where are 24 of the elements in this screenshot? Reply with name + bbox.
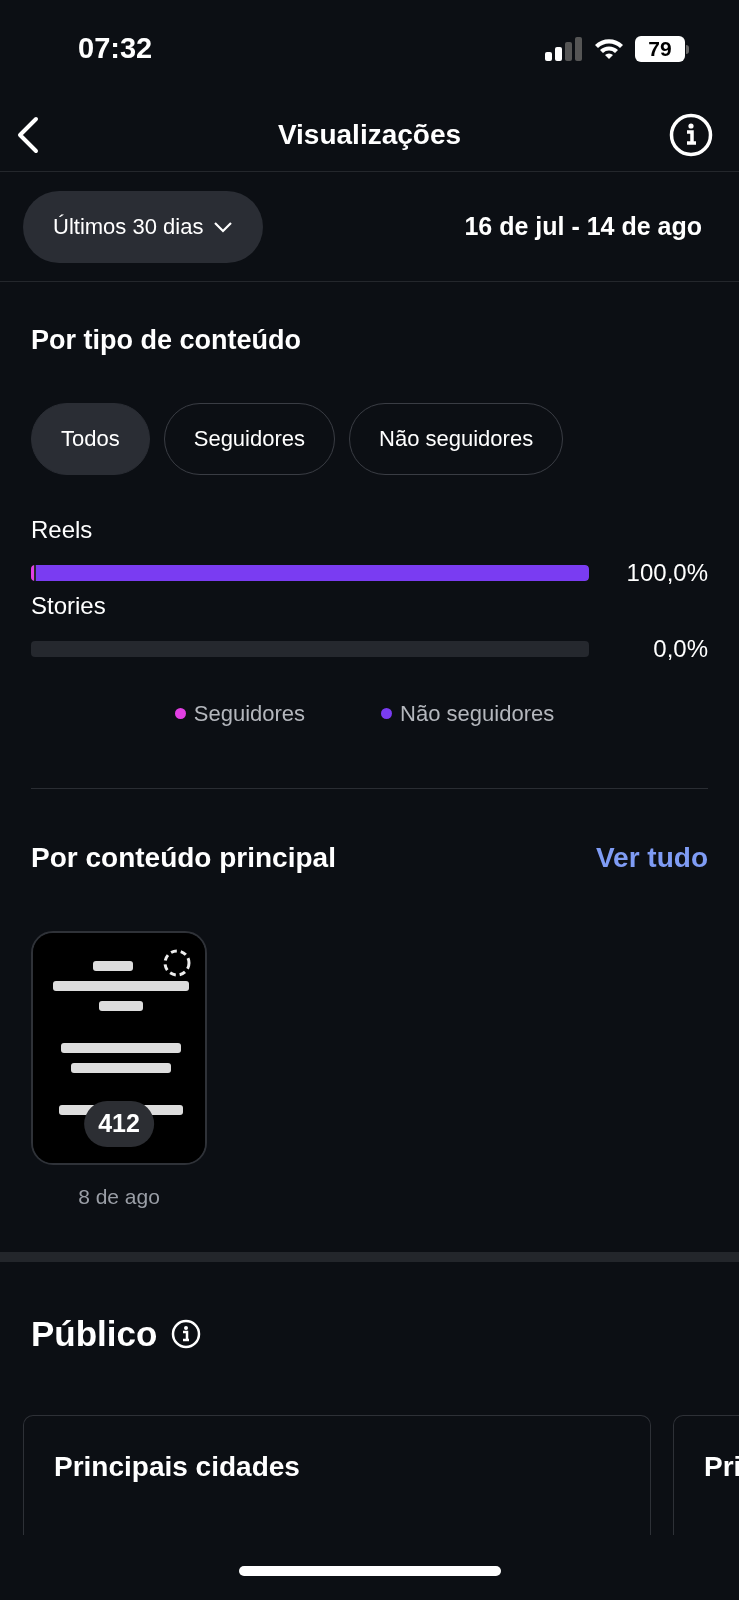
wifi-icon bbox=[593, 37, 625, 61]
info-icon[interactable] bbox=[669, 112, 713, 157]
filter-chip[interactable]: Todos bbox=[31, 402, 150, 475]
section-title: Por tipo de conteúdo bbox=[31, 324, 302, 357]
legend-label: Não seguidores bbox=[400, 699, 555, 728]
page-title: Visualizações bbox=[277, 117, 462, 152]
section-title: Público bbox=[31, 1313, 158, 1355]
section-title: Por conteúdo principal bbox=[31, 840, 336, 875]
chevron-down-icon bbox=[213, 220, 234, 233]
percent-value: 100,0% bbox=[626, 557, 708, 588]
back-icon[interactable] bbox=[16, 115, 40, 154]
card-title: Principais cidades bbox=[54, 1450, 300, 1482]
row-label: Reels bbox=[31, 514, 94, 545]
date-range: 16 de jul - 14 de ago bbox=[464, 210, 703, 242]
see-all-link[interactable]: Ver tudo bbox=[596, 836, 708, 879]
signal-icon bbox=[545, 37, 583, 61]
info-icon[interactable] bbox=[171, 1319, 202, 1350]
row-label: Stories bbox=[31, 590, 107, 621]
period-dropdown[interactable]: Últimos 30 dias bbox=[23, 190, 264, 263]
post-date: 8 de ago bbox=[78, 1183, 160, 1210]
percent-value: 0,0% bbox=[653, 633, 708, 664]
legend-label: Seguidores bbox=[193, 699, 306, 728]
card-title: Pri bbox=[704, 1450, 739, 1482]
status-time: 07:32 bbox=[78, 31, 153, 67]
